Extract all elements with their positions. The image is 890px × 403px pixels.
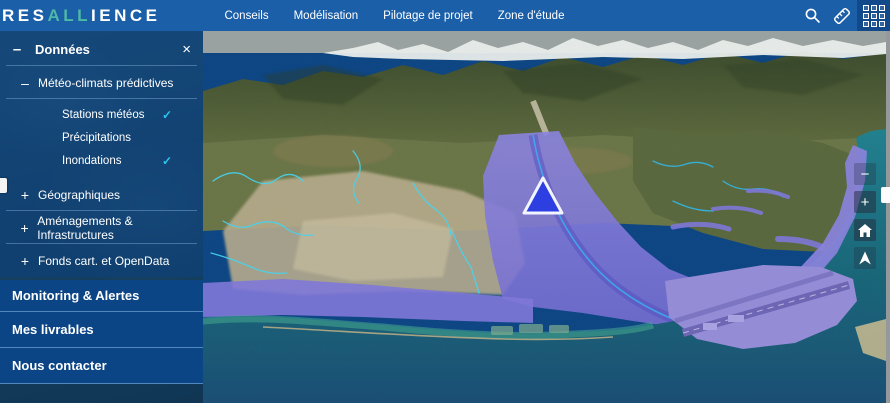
apps-grid-button[interactable] bbox=[857, 0, 890, 31]
nav-item-zone-etude[interactable]: Zone d'étude bbox=[498, 10, 565, 22]
home-icon bbox=[858, 224, 872, 237]
group-label: Aménagements & Infrastructures bbox=[37, 214, 203, 242]
sidebar-sections: Monitoring & Alertes Mes livrables Nous … bbox=[0, 280, 203, 384]
measure-button[interactable] bbox=[827, 0, 857, 31]
apps-grid-icon bbox=[863, 5, 885, 27]
compass-button[interactable] bbox=[854, 247, 876, 269]
map-controls: − + bbox=[854, 163, 876, 269]
panel-title: Données bbox=[35, 42, 182, 57]
donnees-panel: – Données × – Météo-climats prédictives … bbox=[0, 31, 203, 277]
logo-part-2: IENCE bbox=[91, 6, 160, 25]
divider bbox=[6, 243, 197, 244]
zoom-in-button[interactable]: + bbox=[854, 191, 876, 213]
map-view[interactable]: − + bbox=[203, 31, 886, 403]
check-icon: ✓ bbox=[162, 108, 172, 122]
nav-item-conseils[interactable]: Conseils bbox=[224, 10, 268, 22]
group-amenagements[interactable]: + Aménagements & Infrastructures bbox=[0, 213, 203, 243]
toolbar-icons bbox=[797, 0, 890, 31]
donnees-panel-header: – Données × bbox=[0, 31, 203, 65]
app-logo[interactable]: RESALLIENCE bbox=[0, 6, 160, 26]
section-nous-contacter[interactable]: Nous contacter bbox=[0, 348, 203, 384]
layer-label[interactable]: Stations météos bbox=[62, 109, 162, 121]
collapse-group-icon[interactable]: – bbox=[18, 75, 32, 91]
layer-precipitations[interactable]: Précipitations bbox=[0, 126, 203, 149]
measure-ruler-icon bbox=[832, 6, 852, 26]
sidebar: – Données × – Météo-climats prédictives … bbox=[0, 31, 203, 403]
layer-inondations[interactable]: Inondations ✓ bbox=[0, 149, 203, 172]
meteo-sublayers: Stations météos ✓ Précipitations Inondat… bbox=[0, 99, 203, 178]
home-button[interactable] bbox=[854, 219, 876, 241]
layer-stations-meteos[interactable]: Stations météos ✓ bbox=[0, 103, 203, 126]
expand-group-icon[interactable]: + bbox=[18, 253, 32, 269]
zoom-out-button[interactable]: − bbox=[854, 163, 876, 185]
divider bbox=[6, 65, 197, 66]
logo-part-accent: ALL bbox=[47, 6, 91, 25]
logo-part-1: RES bbox=[2, 6, 47, 25]
expand-group-icon[interactable]: + bbox=[18, 187, 32, 203]
main-nav: Conseils Modélisation Pilotage de projet… bbox=[224, 10, 564, 22]
section-monitoring-alertes[interactable]: Monitoring & Alertes bbox=[0, 280, 203, 312]
top-navigation-bar: RESALLIENCE Conseils Modélisation Pilota… bbox=[0, 0, 890, 31]
close-icon[interactable]: × bbox=[182, 41, 191, 58]
left-panel-handle[interactable] bbox=[0, 178, 7, 193]
nav-item-modelisation[interactable]: Modélisation bbox=[294, 10, 359, 22]
window-edge-strip bbox=[886, 31, 890, 403]
expand-group-icon[interactable]: + bbox=[18, 220, 31, 236]
group-label: Géographiques bbox=[38, 188, 120, 202]
layer-label[interactable]: Précipitations bbox=[62, 132, 203, 144]
collapse-panel-icon[interactable]: – bbox=[8, 41, 26, 58]
layer-label[interactable]: Inondations bbox=[62, 155, 162, 167]
map-3d-scene[interactable] bbox=[203, 31, 886, 403]
check-icon: ✓ bbox=[162, 154, 172, 168]
group-fonds-opendata[interactable]: + Fonds cart. et OpenData bbox=[0, 246, 203, 276]
divider bbox=[6, 210, 197, 211]
group-geographiques[interactable]: + Géographiques bbox=[0, 180, 203, 210]
nav-item-pilotage[interactable]: Pilotage de projet bbox=[383, 10, 473, 22]
search-icon bbox=[804, 7, 821, 24]
north-arrow-icon bbox=[857, 250, 873, 266]
resallience-app: RESALLIENCE Conseils Modélisation Pilota… bbox=[0, 0, 890, 403]
section-mes-livrables[interactable]: Mes livrables bbox=[0, 312, 203, 348]
group-label: Météo-climats prédictives bbox=[38, 76, 173, 90]
right-panel-handle[interactable] bbox=[881, 187, 890, 203]
group-label: Fonds cart. et OpenData bbox=[38, 254, 169, 268]
search-button[interactable] bbox=[797, 0, 827, 31]
group-meteo-climats[interactable]: – Météo-climats prédictives bbox=[0, 68, 203, 98]
